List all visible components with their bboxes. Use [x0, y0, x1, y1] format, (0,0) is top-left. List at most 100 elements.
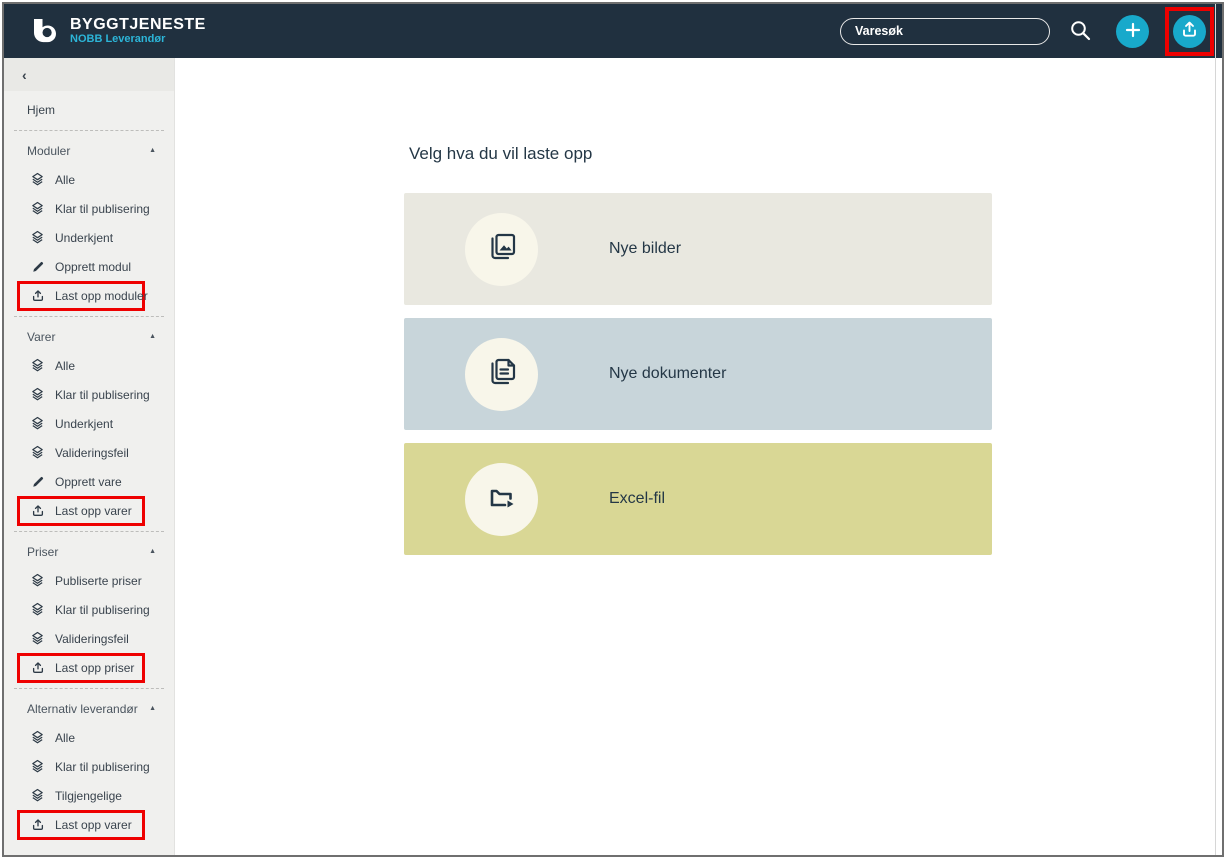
sidebar-item-klar-til-publisering[interactable]: Klar til publisering — [4, 194, 174, 223]
layers-icon — [30, 201, 45, 216]
folder-export-icon — [484, 479, 520, 520]
sidebar-section-alternativ-leverandor[interactable]: Alternativ leverandør ▲ — [4, 694, 174, 723]
brand-logo[interactable]: BYGGTJENESTE NOBB Leverandør — [30, 16, 206, 46]
sidebar-item-last-opp-moduler[interactable]: Last opp moduler — [17, 281, 145, 311]
sidebar-item-klar-til-publisering[interactable]: Klar til publisering — [4, 380, 174, 409]
sidebar-item-label: Alle — [55, 359, 75, 373]
upload-card-nye-dokumenter[interactable]: Nye dokumenter — [404, 318, 992, 430]
top-header: BYGGTJENESTE NOBB Leverandør — [4, 4, 1222, 58]
sidebar-item-last-opp-varer-alternativ[interactable]: Last opp varer — [17, 810, 145, 840]
upload-icon — [30, 504, 45, 519]
page-title: Velg hva du vil laste opp — [409, 144, 1222, 164]
chevron-up-icon[interactable]: ▲ — [149, 705, 156, 712]
divider — [14, 688, 164, 689]
sidebar-item-label: Opprett vare — [55, 475, 122, 489]
layers-icon — [30, 730, 45, 745]
pencil-icon — [30, 259, 45, 274]
sidebar-item-label: Klar til publisering — [55, 388, 150, 402]
scroll-track[interactable] — [1215, 4, 1216, 855]
sidebar-item-label: Valideringsfeil — [55, 446, 129, 460]
layers-icon — [30, 358, 45, 373]
card-icon-circle — [465, 338, 538, 411]
chevron-up-icon[interactable]: ▲ — [149, 548, 156, 555]
card-icon-circle — [465, 463, 538, 536]
upload-card-nye-bilder[interactable]: Nye bilder — [404, 193, 992, 305]
sidebar: ‹ Hjem Moduler ▲ Alle Klar til — [4, 58, 175, 855]
sidebar-item-valideringsfeil[interactable]: Valideringsfeil — [4, 624, 174, 653]
layers-icon — [30, 445, 45, 460]
divider — [14, 531, 164, 532]
sidebar-item-hjem[interactable]: Hjem — [4, 95, 174, 125]
main-content: Velg hva du vil laste opp Nye bilder — [175, 58, 1222, 855]
chevron-left-icon[interactable]: ‹ — [22, 67, 27, 83]
layers-icon — [30, 387, 45, 402]
card-label: Nye bilder — [609, 240, 681, 258]
card-label: Nye dokumenter — [609, 365, 726, 383]
upload-card-excel-fil[interactable]: Excel-fil — [404, 443, 992, 555]
sidebar-collapse-bar: ‹ — [4, 58, 174, 91]
upload-icon — [30, 818, 45, 833]
sidebar-item-label: Underkjent — [55, 231, 113, 245]
section-label: Varer — [27, 330, 55, 344]
sidebar-item-tilgjengelige[interactable]: Tilgjengelige — [4, 781, 174, 810]
sidebar-item-label: Valideringsfeil — [55, 632, 129, 646]
layers-icon — [30, 416, 45, 431]
section-label: Priser — [27, 545, 58, 559]
sidebar-item-label: Last opp varer — [55, 504, 132, 518]
sidebar-item-opprett-modul[interactable]: Opprett modul — [4, 252, 174, 281]
brand-title: BYGGTJENESTE — [70, 17, 206, 34]
documents-icon — [484, 354, 520, 395]
upload-button-highlight — [1165, 7, 1214, 56]
sidebar-item-label: Alle — [55, 731, 75, 745]
sidebar-item-label: Klar til publisering — [55, 760, 150, 774]
sidebar-item-label: Opprett modul — [55, 260, 131, 274]
layers-icon — [30, 631, 45, 646]
sidebar-item-valideringsfeil[interactable]: Valideringsfeil — [4, 438, 174, 467]
upload-icon — [1180, 20, 1199, 42]
sidebar-item-klar-til-publisering[interactable]: Klar til publisering — [4, 752, 174, 781]
layers-icon — [30, 172, 45, 187]
sidebar-item-label: Last opp priser — [55, 661, 134, 675]
layers-icon — [30, 759, 45, 774]
section-label: Moduler — [27, 144, 70, 158]
sidebar-item-label: Last opp varer — [55, 818, 132, 832]
images-icon — [484, 229, 520, 270]
divider — [14, 316, 164, 317]
sidebar-item-klar-til-publisering[interactable]: Klar til publisering — [4, 595, 174, 624]
chevron-up-icon[interactable]: ▲ — [149, 333, 156, 340]
chevron-up-icon[interactable]: ▲ — [149, 147, 156, 154]
layers-icon — [30, 573, 45, 588]
sidebar-section-varer[interactable]: Varer ▲ — [4, 322, 174, 351]
search-icon — [1068, 18, 1092, 45]
pencil-icon — [30, 474, 45, 489]
sidebar-item-last-opp-varer[interactable]: Last opp varer — [17, 496, 145, 526]
sidebar-section-priser[interactable]: Priser ▲ — [4, 537, 174, 566]
sidebar-section-moduler[interactable]: Moduler ▲ — [4, 136, 174, 165]
sidebar-item-label: Klar til publisering — [55, 603, 150, 617]
sidebar-item-underkjent[interactable]: Underkjent — [4, 223, 174, 252]
sidebar-item-alle[interactable]: Alle — [4, 351, 174, 380]
sidebar-item-label: Underkjent — [55, 417, 113, 431]
sidebar-item-label: Alle — [55, 173, 75, 187]
card-icon-circle — [465, 213, 538, 286]
sidebar-item-label: Last opp moduler — [55, 289, 148, 303]
layers-icon — [30, 230, 45, 245]
sidebar-item-label: Klar til publisering — [55, 202, 150, 216]
section-label: Alternativ leverandør — [27, 702, 138, 716]
sidebar-item-alle[interactable]: Alle — [4, 165, 174, 194]
sidebar-item-label: Publiserte priser — [55, 574, 142, 588]
search-button[interactable] — [1068, 18, 1092, 45]
search-input[interactable] — [840, 18, 1050, 45]
layers-icon — [30, 788, 45, 803]
sidebar-item-underkjent[interactable]: Underkjent — [4, 409, 174, 438]
add-button[interactable] — [1116, 15, 1149, 48]
upload-button[interactable] — [1173, 15, 1206, 48]
layers-icon — [30, 602, 45, 617]
app-window: BYGGTJENESTE NOBB Leverandør — [2, 2, 1224, 857]
sidebar-item-label: Tilgjengelige — [55, 789, 122, 803]
sidebar-item-opprett-vare[interactable]: Opprett vare — [4, 467, 174, 496]
sidebar-item-last-opp-priser[interactable]: Last opp priser — [17, 653, 145, 683]
sidebar-item-publiserte-priser[interactable]: Publiserte priser — [4, 566, 174, 595]
plus-icon — [1124, 21, 1142, 42]
sidebar-item-alle[interactable]: Alle — [4, 723, 174, 752]
